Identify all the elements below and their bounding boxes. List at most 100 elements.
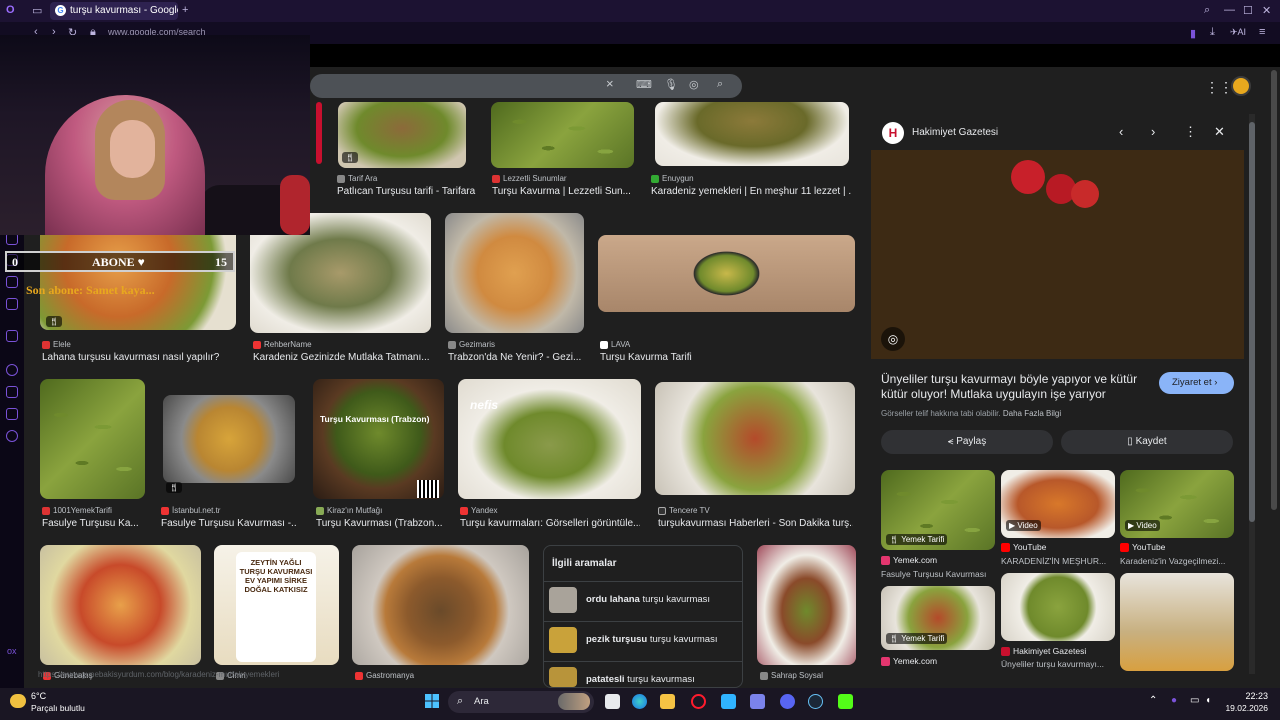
related-label: pezik turşusu turşu kavurması <box>586 634 718 645</box>
image-result[interactable] <box>655 102 849 166</box>
clear-search-button[interactable]: × <box>606 76 614 91</box>
previous-icon[interactable]: ‹ <box>1119 124 1123 139</box>
close-window-icon[interactable]: ✕ <box>1262 4 1271 17</box>
image-caption[interactable]: Patlıcan Turşusu tarifi - Tarifara <box>337 186 477 197</box>
publisher-name[interactable]: Hakimiyet Gazetesi <box>912 127 998 138</box>
start-button[interactable] <box>425 694 439 708</box>
image-caption[interactable]: Lahana turşusu kavurması nasıl yapılır? <box>42 352 242 363</box>
clock-time[interactable]: 22:23 <box>1226 691 1268 701</box>
teams-icon[interactable] <box>750 694 765 709</box>
sidebar-more-icon[interactable]: ox <box>7 646 17 656</box>
image-result[interactable] <box>458 379 641 499</box>
image-result[interactable] <box>491 102 634 168</box>
download-icon[interactable]: ⤓ <box>1210 26 1215 39</box>
save-button[interactable]: ▯ Kaydet <box>1061 430 1233 454</box>
discord-icon[interactable] <box>780 694 795 709</box>
image-caption[interactable]: Karadeniz yemekleri | En meşhur 11 lezze… <box>651 186 851 197</box>
weather-desc[interactable]: Parçalı bulutlu <box>31 703 85 713</box>
learn-more-link[interactable]: Daha Fazla Bilgi <box>1003 409 1061 418</box>
close-icon[interactable]: ✕ <box>1214 124 1225 140</box>
sidebar-history-icon[interactable] <box>6 364 18 376</box>
sidebar-whatsapp-icon[interactable] <box>6 276 18 288</box>
next-icon[interactable]: › <box>1151 124 1155 139</box>
image-caption[interactable]: Fasulye Turşusu Ka... <box>42 518 142 529</box>
edge-icon[interactable] <box>632 694 647 709</box>
maximize-icon[interactable]: ☐ <box>1243 4 1253 17</box>
preview-title[interactable]: Ünyeliler turşu kavurmayı böyle yapıyor … <box>881 372 1151 402</box>
menu-icon[interactable]: ≡ <box>1259 26 1265 38</box>
image-result[interactable] <box>445 213 584 333</box>
image-caption[interactable]: turşukavurması Haberleri - Son Dakika tu… <box>658 518 853 529</box>
related-caption[interactable]: Fasulye Turşusu Kavurması <box>881 569 996 579</box>
preview-image[interactable] <box>871 150 1244 359</box>
weather-temp[interactable]: 6°C <box>31 691 46 701</box>
related-image[interactable] <box>1120 573 1234 671</box>
minimize-icon[interactable]: — <box>1224 4 1235 16</box>
tab-search[interactable]: G turşu kavurması - Google'd <box>50 2 178 20</box>
qr-code-icon <box>417 480 439 498</box>
image-caption[interactable]: Turşu Kavurma Tarifi <box>600 352 800 363</box>
tray-mic-icon[interactable]: ● <box>1171 695 1177 706</box>
image-result[interactable] <box>40 545 201 665</box>
more-options-icon[interactable]: ⋮ <box>1184 124 1197 140</box>
image-source: 1001YemekTarifi <box>42 506 112 515</box>
search-tabs-icon[interactable]: ⌕ <box>1204 4 1210 17</box>
image-caption[interactable]: Turşu Kavurması (Trabzon... <box>316 518 446 529</box>
clock-date[interactable]: 19.02.2026 <box>1220 703 1268 713</box>
lens-search-icon[interactable]: ◎ <box>689 78 699 91</box>
ai-button[interactable]: ✈AI <box>1230 27 1246 38</box>
kick-icon[interactable] <box>838 694 853 709</box>
sidebar-wallet-icon[interactable] <box>6 386 18 398</box>
account-avatar[interactable] <box>1231 76 1251 96</box>
related-source: Hakimiyet Gazetesi <box>1001 646 1086 657</box>
workspaces-icon[interactable]: ▭ <box>32 4 42 17</box>
related-caption[interactable]: KARADENİZ'İN MEŞHUR... <box>1001 556 1116 566</box>
voice-search-icon[interactable]: 🎙︎ <box>664 78 678 91</box>
image-result[interactable] <box>40 379 145 499</box>
app-icon[interactable] <box>721 694 736 709</box>
related-search-item[interactable]: pezik turşusu turşu kavurması <box>544 621 742 657</box>
network-icon[interactable]: ▭ <box>1190 695 1199 706</box>
image-result[interactable] <box>757 545 856 665</box>
opera-gx-icon[interactable] <box>691 694 706 709</box>
sidebar-extensions-icon[interactable] <box>6 408 18 420</box>
weather-icon[interactable] <box>10 694 26 708</box>
page-scrollbar[interactable] <box>1271 70 1277 510</box>
related-source: Yemek.com <box>881 656 937 667</box>
related-image[interactable] <box>1001 573 1115 641</box>
task-view-icon[interactable] <box>605 694 620 709</box>
lens-icon[interactable]: ◎ <box>881 327 905 351</box>
image-caption[interactable]: Karadeniz Gezinizde Mutlaka Tatmanı... <box>253 352 431 363</box>
image-result[interactable] <box>316 102 322 164</box>
image-source: Tarif Ara <box>337 174 377 183</box>
pin-icon[interactable]: ▮ <box>1190 27 1196 40</box>
search-icon[interactable]: ⌕ <box>717 78 723 91</box>
sidebar-discord-icon[interactable] <box>6 298 18 310</box>
image-result[interactable] <box>352 545 529 665</box>
tray-chevron-icon[interactable]: ⌃ <box>1149 695 1157 706</box>
panel-scrollbar-thumb[interactable] <box>1249 122 1255 522</box>
sidebar-settings-icon[interactable] <box>6 430 18 442</box>
new-tab-icon[interactable]: + <box>182 4 188 16</box>
volume-icon[interactable]: ◖ <box>1205 695 1211 706</box>
keyboard-icon[interactable]: ⌨ <box>636 78 652 91</box>
visit-button[interactable]: Ziyaret et › <box>1159 372 1234 394</box>
file-explorer-icon[interactable] <box>660 694 675 709</box>
image-result[interactable] <box>163 395 295 483</box>
image-caption[interactable]: Fasulye Turşusu Kavurması -... <box>161 518 296 529</box>
image-caption[interactable]: Trabzon'da Ne Yenir? - Gezi... <box>448 352 583 363</box>
share-button[interactable]: ⪪ Paylaş <box>881 430 1053 454</box>
sidebar-twitch-icon[interactable] <box>6 330 18 342</box>
related-search-item[interactable]: ordu lahana turşu kavurması <box>544 581 742 617</box>
image-result[interactable] <box>598 235 855 312</box>
related-search-item[interactable]: patatesli turşu kavurması <box>544 661 742 688</box>
search-highlight-icon[interactable] <box>558 693 590 710</box>
opera-logo-icon[interactable]: O <box>6 4 15 16</box>
image-caption[interactable]: Turşu kavurmaları: Görselleri görüntüle.… <box>460 518 640 529</box>
related-caption[interactable]: Ünyeliler turşu kavurmayı... <box>1001 659 1116 669</box>
browser-tab-bar <box>0 0 1280 22</box>
related-caption[interactable]: Karadeniz'in Vazgeçilmezi... <box>1120 556 1235 566</box>
image-caption[interactable]: Turşu Kavurma | Lezzetli Sun... <box>492 186 634 197</box>
steam-icon[interactable] <box>808 694 823 709</box>
image-result[interactable] <box>655 382 855 495</box>
